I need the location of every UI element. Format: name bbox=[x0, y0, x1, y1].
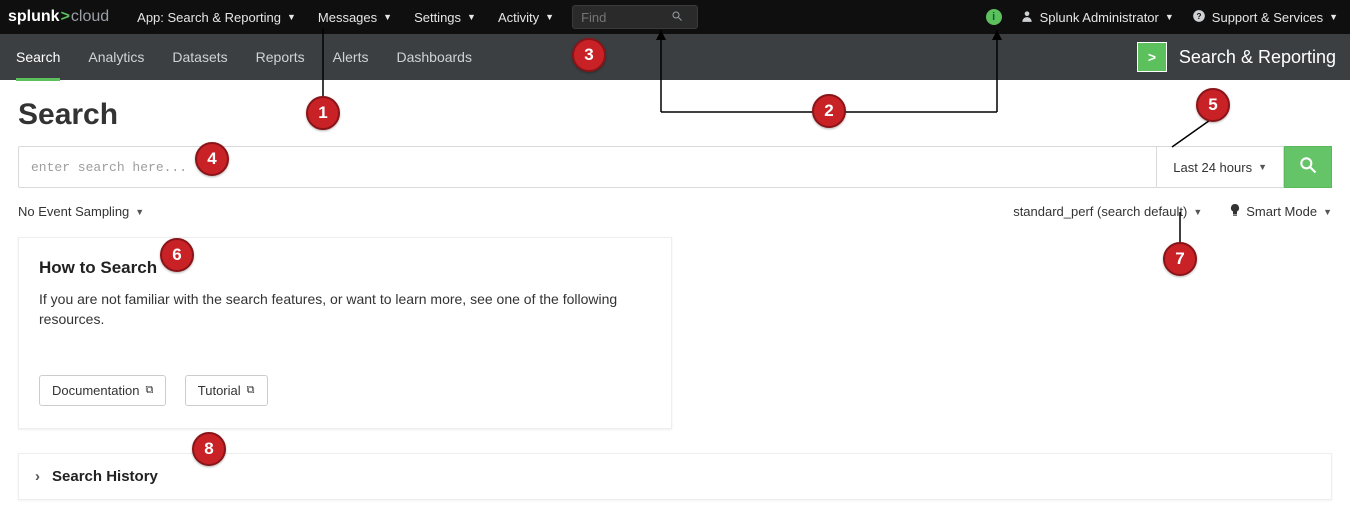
caret-down-icon: ▼ bbox=[1193, 207, 1202, 217]
user-icon bbox=[1020, 9, 1034, 26]
lightbulb-icon bbox=[1230, 204, 1240, 219]
brand-chevron: > bbox=[61, 8, 70, 26]
info-icon[interactable]: i bbox=[986, 9, 1002, 25]
caret-down-icon: ▼ bbox=[1258, 162, 1267, 172]
top-right: i Splunk Administrator ▼ ? Support & Ser… bbox=[986, 9, 1338, 26]
search-mode-label: Smart Mode bbox=[1246, 204, 1317, 219]
help-icon: ? bbox=[1192, 9, 1206, 26]
app-picker-label: App: Search & Reporting bbox=[137, 10, 281, 25]
brand-right: cloud bbox=[71, 8, 109, 26]
support-label: Support & Services bbox=[1212, 10, 1323, 25]
how-to-search-body: If you are not familiar with the search … bbox=[39, 290, 651, 329]
settings-label: Settings bbox=[414, 10, 461, 25]
activity-label: Activity bbox=[498, 10, 539, 25]
how-to-search-title: How to Search bbox=[39, 258, 651, 278]
nav-dashboards[interactable]: Dashboards bbox=[396, 49, 472, 65]
search-icon bbox=[671, 10, 683, 25]
content: Search Last 24 hours ▼ No Event Sampling… bbox=[0, 80, 1350, 512]
brand-left: splunk bbox=[8, 8, 60, 26]
search-subbar: No Event Sampling ▼ standard_perf (searc… bbox=[18, 204, 1332, 219]
caret-down-icon: ▼ bbox=[135, 207, 144, 217]
search-history-label: Search History bbox=[52, 468, 158, 485]
event-sampling-dropdown[interactable]: No Event Sampling ▼ bbox=[18, 204, 144, 219]
caret-down-icon: ▼ bbox=[545, 12, 554, 22]
find-input[interactable] bbox=[581, 10, 671, 25]
messages-label: Messages bbox=[318, 10, 377, 25]
search-mode-dropdown[interactable]: Smart Mode ▼ bbox=[1230, 204, 1332, 219]
search-input[interactable] bbox=[18, 146, 1156, 188]
tutorial-button[interactable]: Tutorial ⧉ bbox=[185, 375, 268, 406]
caret-down-icon: ▼ bbox=[1323, 207, 1332, 217]
app-logo-icon: > bbox=[1137, 42, 1167, 72]
search-icon bbox=[1298, 155, 1318, 180]
time-range-picker[interactable]: Last 24 hours ▼ bbox=[1156, 146, 1284, 188]
event-sampling-label: No Event Sampling bbox=[18, 204, 129, 219]
caret-down-icon: ▼ bbox=[287, 12, 296, 22]
brand-logo: splunk > cloud bbox=[8, 8, 109, 26]
app-picker[interactable]: App: Search & Reporting ▼ bbox=[137, 10, 296, 25]
documentation-label: Documentation bbox=[52, 383, 139, 398]
external-link-icon: ⧉ bbox=[145, 384, 153, 397]
top-bar: splunk > cloud App: Search & Reporting ▼… bbox=[0, 0, 1350, 34]
app-nav-left: Search Analytics Datasets Reports Alerts… bbox=[16, 34, 472, 80]
nav-alerts[interactable]: Alerts bbox=[333, 49, 369, 65]
workload-pool-label: standard_perf (search default) bbox=[1013, 204, 1187, 219]
app-nav-right: > Search & Reporting bbox=[1137, 42, 1336, 72]
search-row: Last 24 hours ▼ bbox=[18, 146, 1332, 188]
chevron-right-icon: › bbox=[35, 468, 40, 485]
workload-pool-dropdown[interactable]: standard_perf (search default) ▼ bbox=[1013, 204, 1202, 219]
caret-down-icon: ▼ bbox=[467, 12, 476, 22]
caret-down-icon: ▼ bbox=[1329, 12, 1338, 22]
caret-down-icon: ▼ bbox=[383, 12, 392, 22]
tutorial-label: Tutorial bbox=[198, 383, 241, 398]
nav-search[interactable]: Search bbox=[16, 49, 60, 65]
user-menu[interactable]: Splunk Administrator ▼ bbox=[1020, 9, 1174, 26]
app-nav: Search Analytics Datasets Reports Alerts… bbox=[0, 34, 1350, 80]
documentation-button[interactable]: Documentation ⧉ bbox=[39, 375, 166, 406]
find-box[interactable] bbox=[572, 5, 698, 29]
support-menu[interactable]: ? Support & Services ▼ bbox=[1192, 9, 1338, 26]
settings-menu[interactable]: Settings ▼ bbox=[414, 10, 476, 25]
nav-reports[interactable]: Reports bbox=[256, 49, 305, 65]
run-search-button[interactable] bbox=[1284, 146, 1332, 188]
activity-menu[interactable]: Activity ▼ bbox=[498, 10, 554, 25]
svg-text:?: ? bbox=[1196, 11, 1201, 20]
search-history-toggle[interactable]: › Search History bbox=[18, 453, 1332, 500]
nav-analytics[interactable]: Analytics bbox=[88, 49, 144, 65]
user-label: Splunk Administrator bbox=[1040, 10, 1159, 25]
external-link-icon: ⧉ bbox=[247, 384, 255, 397]
nav-datasets[interactable]: Datasets bbox=[172, 49, 227, 65]
how-to-search-card: How to Search If you are not familiar wi… bbox=[18, 237, 672, 429]
page-title: Search bbox=[18, 98, 1332, 132]
caret-down-icon: ▼ bbox=[1165, 12, 1174, 22]
time-range-label: Last 24 hours bbox=[1173, 160, 1252, 175]
top-menu: App: Search & Reporting ▼ Messages ▼ Set… bbox=[137, 10, 554, 25]
search-subbar-right: standard_perf (search default) ▼ Smart M… bbox=[1013, 204, 1332, 219]
messages-menu[interactable]: Messages ▼ bbox=[318, 10, 392, 25]
app-title: Search & Reporting bbox=[1179, 47, 1336, 68]
